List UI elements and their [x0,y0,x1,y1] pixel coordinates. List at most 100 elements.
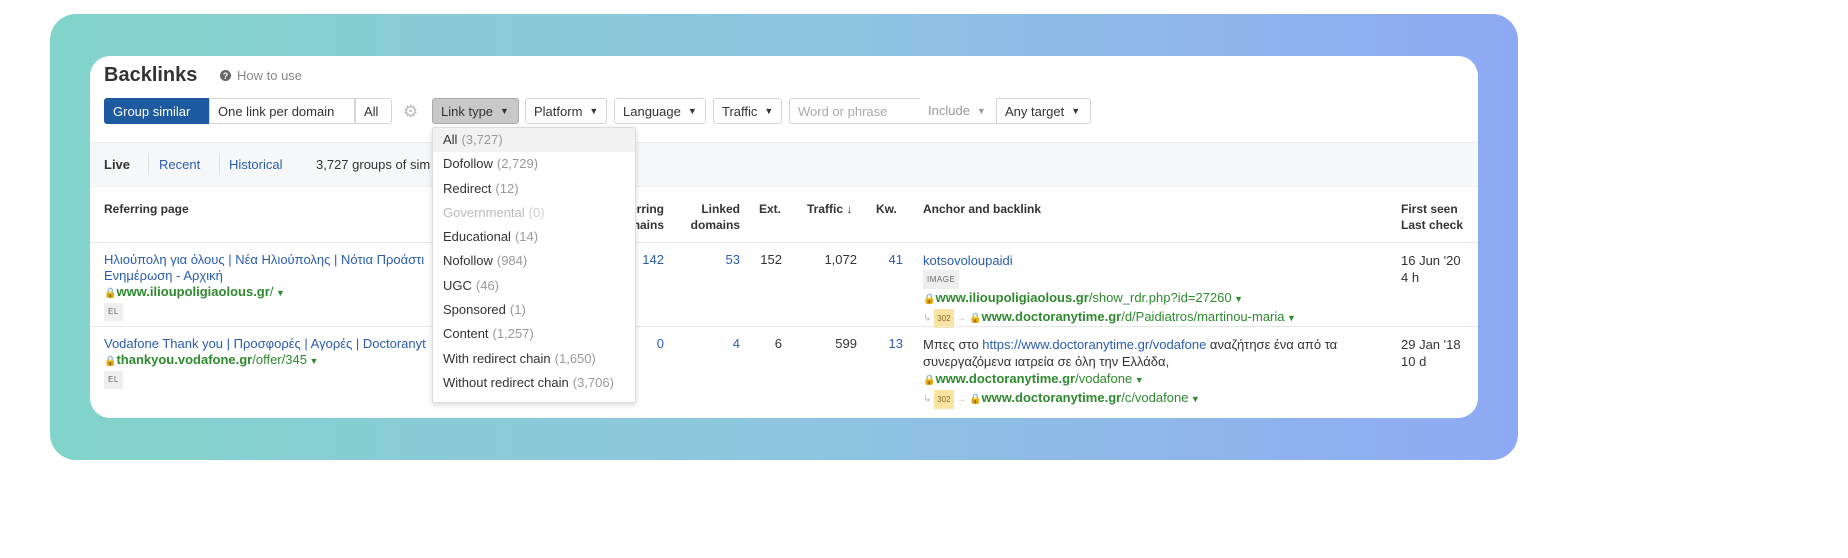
caret-down-icon[interactable]: ▼ [1285,313,1296,323]
menu-item-count: (14) [514,229,539,245]
last-check-value: 10 d [1401,354,1427,369]
how-to-use-label: How to use [237,68,303,83]
col-first-seen[interactable]: First seen Last check [1401,201,1463,233]
col-linked-domains[interactable]: Linked domains [680,201,740,233]
tab-recent[interactable]: Recent [159,157,200,172]
redirect-arrow-icon: ↳ [923,313,935,324]
first-seen-value: 29 Jan '18 [1401,337,1461,352]
menu-item-content[interactable]: Content (1,257) [433,322,635,346]
lock-icon: 🔒 [923,375,936,386]
referring-path[interactable]: /offer/345 [252,352,307,367]
one-link-per-domain-button[interactable]: One link per domain [209,98,355,124]
caret-down-icon[interactable]: ▼ [1132,375,1144,385]
menu-item-count: (1) [509,302,526,318]
menu-item-count: (12) [495,180,519,196]
referring-domain[interactable]: thankyou.vodafone.gr [116,352,252,367]
col-kw[interactable]: Kw. [876,201,897,217]
caret-down-icon[interactable]: ▼ [1188,394,1200,404]
language-dropdown[interactable]: Language ▼ [614,98,706,124]
gear-icon[interactable]: ⚙ [403,102,418,122]
backlink-domain[interactable]: www.doctoranytime.gr [935,371,1075,386]
link-type-dropdown[interactable]: Link type ▼ [432,98,519,124]
redirect-path[interactable]: /d/Paidiatros/martinou-maria [1121,309,1284,324]
menu-item-count: (3,727) [461,132,503,147]
any-target-dropdown[interactable]: Any target ▼ [996,98,1091,124]
search-input[interactable]: Word or phrase [789,98,920,124]
menu-item-governmental: Governmental (0) [433,201,635,225]
language-tag: EL [104,303,123,321]
menu-item-count: (2,729) [496,156,539,172]
redirect-domain[interactable]: www.doctoranytime.gr [982,390,1122,405]
lock-icon: 🔒 [923,294,936,305]
col-referring-page[interactable]: Referring page [104,201,189,217]
linked-domains-value[interactable]: 4 [680,336,740,351]
redirect-path[interactable]: /c/vodafone [1121,390,1188,405]
backlink-path[interactable]: /vodafone [1075,371,1132,386]
menu-item-sponsored[interactable]: Sponsored (1) [433,298,635,322]
backlink-path[interactable]: /show_rdr.php?id=27260 [1089,290,1232,305]
caret-down-icon[interactable]: ▼ [1232,294,1243,304]
menu-item-label: Dofollow [443,156,493,172]
menu-item-nofollow[interactable]: Nofollow (984) [433,249,635,273]
results-summary: 3,727 groups of sim [316,157,431,172]
arrow-right-icon: → [953,394,970,405]
menu-item-label: Educational [443,229,511,245]
menu-item-count: (0) [528,204,545,220]
all-button[interactable]: All [355,98,392,124]
referring-page-title[interactable]: Vodafone Thank you | Προσφορές | Αγορές … [104,336,426,352]
menu-item-dofollow[interactable]: Dofollow (2,729) [433,152,635,176]
redirect-arrow-icon: ↳ [923,394,935,405]
platform-dropdown[interactable]: Platform ▼ [525,98,607,124]
divider [219,153,220,175]
col-traffic[interactable]: Traffic ↓ [807,201,852,217]
group-similar-button[interactable]: Group similar [104,98,209,124]
link-type-menu: All (3,727) Dofollow (2,729) Redirect (12) … [432,127,636,403]
redirect-code-badge: 302 [934,390,954,409]
table-row: Ηλιούπολη για όλους | Νέα Ηλιούπολης | Ν… [90,242,1478,328]
any-target-label: Any target [1005,103,1065,119]
referring-page-title-cont[interactable]: Ενημέρωση - Αρχική [104,268,424,284]
col-ext[interactable]: Ext. [759,201,781,217]
caret-down-icon: ▼ [687,106,697,116]
ext-value: 6 [774,336,782,351]
linked-domains-value[interactable]: 53 [680,252,740,267]
lock-icon: 🔒 [104,356,117,367]
menu-item-educational[interactable]: Educational (14) [433,225,635,249]
kw-value[interactable]: 41 [860,252,903,267]
anchor-text-cont: συνεργαζόμενα ιατρεία σε όλη την Ελλάδα, [923,354,1170,369]
traffic-dropdown[interactable]: Traffic ▼ [713,98,782,124]
menu-item-ugc[interactable]: UGC (46) [433,274,635,298]
redirect-domain[interactable]: www.doctoranytime.gr [982,309,1122,324]
menu-item-redirect[interactable]: Redirect (12) [433,177,635,201]
menu-item-all[interactable]: All (3,727) [433,128,635,153]
lock-icon: 🔒 [104,288,117,299]
menu-item-with-redirect-chain[interactable]: With redirect chain (1,650) [433,347,635,371]
menu-item-label: All [443,132,458,147]
include-dropdown[interactable]: Include ▼ [920,98,997,124]
backlink-domain[interactable]: www.ilioupoligiaolous.gr [935,290,1088,305]
menu-item-label: Without redirect chain [443,374,569,390]
caret-down-icon: ▼ [589,106,599,116]
tab-live[interactable]: Live [104,157,130,172]
caret-down-icon: ▼ [764,106,774,116]
menu-item-count: (984) [496,253,528,269]
ext-value: 152 [760,252,782,267]
col-anchor[interactable]: Anchor and backlink [923,201,1041,217]
menu-item-label: Sponsored [443,302,506,318]
caret-down-icon: ▼ [500,106,509,116]
tab-historical[interactable]: Historical [229,157,282,172]
anchor-link[interactable]: https://www.doctoranytime.gr/vodafone [982,337,1206,352]
caret-down-icon: ▼ [976,105,986,116]
menu-item-without-redirect-chain[interactable]: Without redirect chain (3,706) [433,371,635,395]
how-to-use-link[interactable]: ? How to use [220,68,302,83]
kw-value[interactable]: 13 [860,336,903,351]
referring-page-title[interactable]: Ηλιούπολη για όλους | Νέα Ηλιούπολης | Ν… [104,252,424,268]
menu-item-label: Governmental [443,204,525,220]
divider [148,153,149,175]
caret-down-icon[interactable]: ▼ [273,288,285,298]
menu-item-count: (1,650) [554,350,596,366]
caret-down-icon[interactable]: ▼ [307,356,318,366]
referring-domain[interactable]: www.ilioupoligiaolous.gr [116,284,269,299]
help-icon: ? [220,70,231,81]
anchor-text[interactable]: kotsovoloupaidi [923,252,1296,269]
